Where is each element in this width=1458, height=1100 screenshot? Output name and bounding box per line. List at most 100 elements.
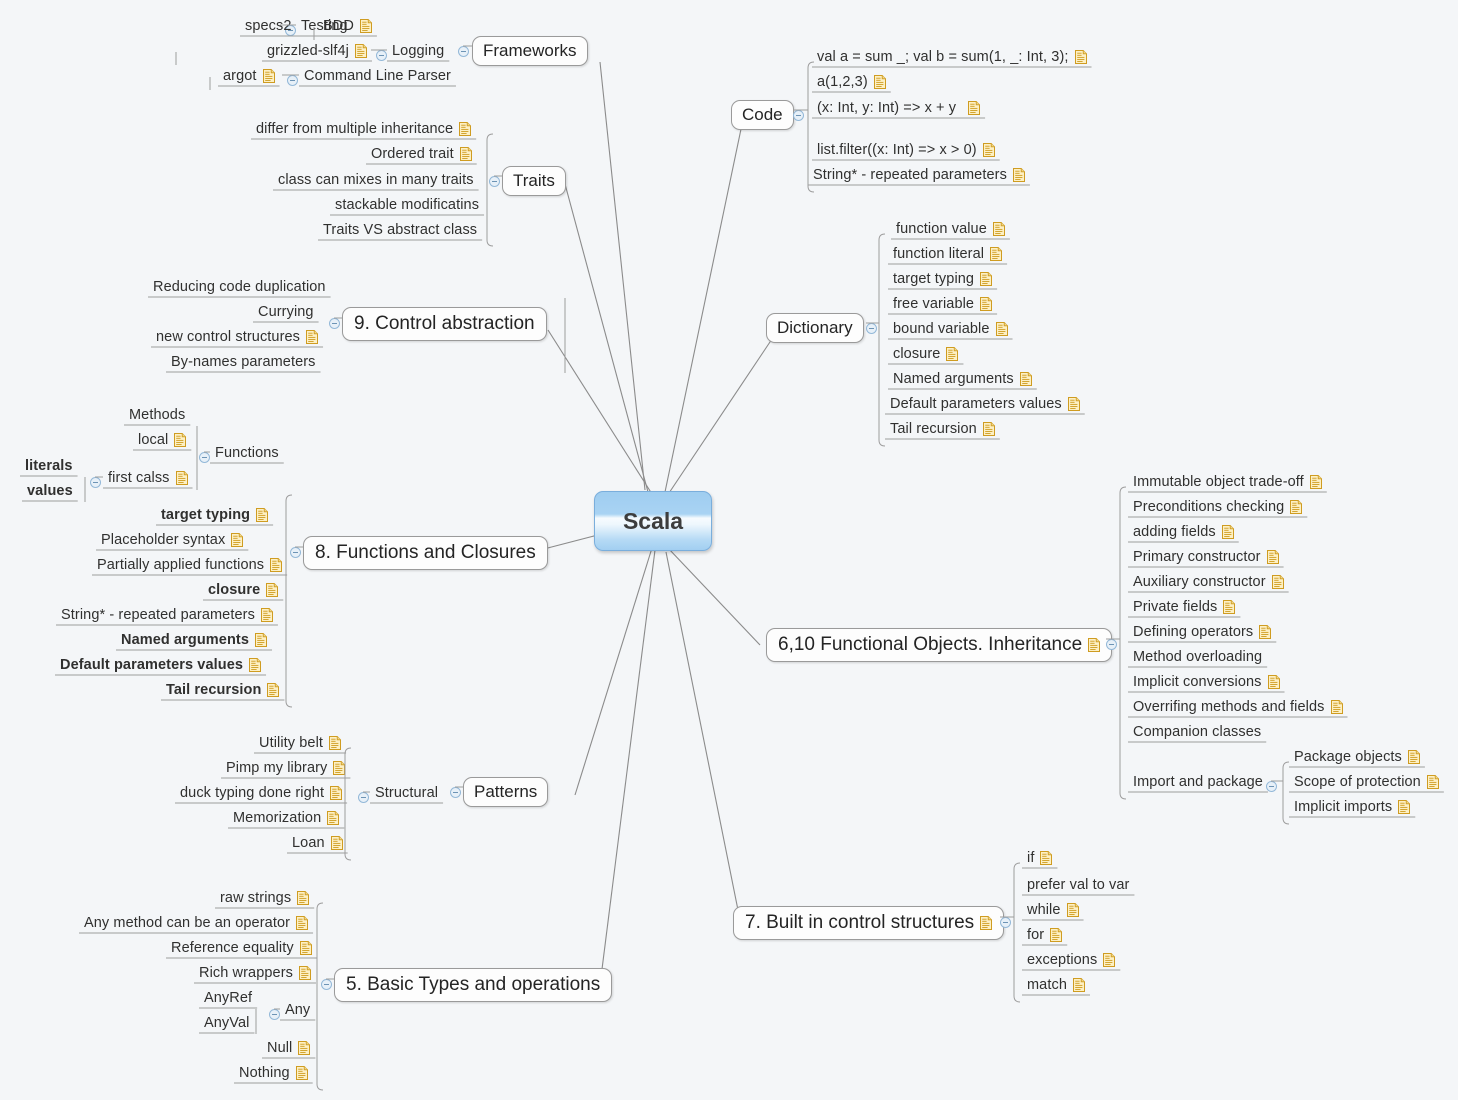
node-code-string-repeated[interactable]: String* - repeated parameters [808,166,1030,186]
node-anyref[interactable]: AnyRef [199,989,257,1009]
collapse-toggle-icon[interactable] [450,787,461,798]
node-dict-named-arguments[interactable]: Named arguments [888,370,1037,390]
node-named-arguments[interactable]: Named arguments [116,631,272,651]
node-bound-variable[interactable]: bound variable [888,320,1013,340]
collapse-toggle-icon[interactable] [793,110,804,121]
node-local[interactable]: local [133,431,191,451]
note-icon[interactable] [1221,525,1234,540]
node-methods[interactable]: Methods [124,406,190,426]
collapse-toggle-icon[interactable] [1000,917,1011,928]
node-memorization[interactable]: Memorization [228,809,344,829]
node-stackable-modificatins[interactable]: stackable modificatins [330,196,484,216]
node-null[interactable]: Null [262,1039,315,1059]
node-overrifing-methods-and-fields[interactable]: Overrifing methods and fields [1128,698,1348,718]
node-raw-strings[interactable]: raw strings [215,889,314,909]
note-icon[interactable] [260,608,273,623]
note-icon[interactable] [295,1066,308,1081]
branch-node-traits[interactable]: Traits [502,166,566,196]
note-icon[interactable] [982,143,995,158]
note-icon[interactable] [174,433,187,448]
note-icon[interactable] [329,736,342,751]
note-icon[interactable] [231,533,244,548]
node-logging[interactable]: Logging [387,42,449,62]
note-icon[interactable] [1290,500,1303,515]
note-icon[interactable] [1103,953,1116,968]
collapse-toggle-icon[interactable] [199,452,210,463]
node-ordered-trait[interactable]: Ordered trait [366,145,477,165]
note-icon[interactable] [255,633,268,648]
note-icon[interactable] [1088,637,1101,652]
node-implicit-conversions[interactable]: Implicit conversions [1128,673,1285,693]
node-primary-constructor[interactable]: Primary constructor [1128,548,1284,568]
node-implicit-imports[interactable]: Implicit imports [1289,798,1415,818]
note-icon[interactable] [1271,575,1284,590]
note-icon[interactable] [327,811,340,826]
collapse-toggle-icon[interactable] [90,477,101,488]
note-icon[interactable] [980,297,993,312]
node-defining-operators[interactable]: Defining operators [1128,623,1276,643]
collapse-toggle-icon[interactable] [1106,639,1117,650]
note-icon[interactable] [968,101,981,116]
node-rich-wrappers[interactable]: Rich wrappers [194,964,316,984]
node-import-and-package[interactable]: Import and package [1128,773,1268,793]
note-icon[interactable] [296,916,309,931]
node-command-line-parser[interactable]: Command Line Parser [299,67,456,87]
note-icon[interactable] [270,558,283,573]
node-free-variable[interactable]: free variable [888,295,997,315]
node-reference-equality[interactable]: Reference equality [166,939,317,959]
branch-node-dictionary[interactable]: Dictionary [766,313,864,343]
note-icon[interactable] [1040,851,1053,866]
node-match[interactable]: match [1022,976,1090,996]
note-icon[interactable] [459,122,472,137]
node-scope-of-protection[interactable]: Scope of protection [1289,773,1444,793]
node-duck-typing-done-right[interactable]: duck typing done right [175,784,347,804]
branch-node-control-abstraction[interactable]: 9. Control abstraction [342,307,547,341]
node-any-method-can-be-an-operator[interactable]: Any method can be an operator [79,914,313,934]
note-icon[interactable] [980,272,993,287]
node-method-overloading[interactable]: Method overloading [1128,648,1267,668]
node-differ-from-multiple-inheritance[interactable]: differ from multiple inheritance [251,120,476,140]
node-target-typing[interactable]: target typing [156,506,273,526]
node-by-names-parameters[interactable]: By-names parameters [166,353,321,373]
node-specs2[interactable]: specs2 [240,17,297,37]
node-for[interactable]: for [1022,926,1067,946]
node-new-control-structures[interactable]: new control structures [151,328,323,348]
node-loan[interactable]: Loan [287,834,348,854]
collapse-toggle-icon[interactable] [321,979,332,990]
node-prefer-val-to-var[interactable]: prefer val to var [1022,876,1134,896]
note-icon[interactable] [990,247,1003,262]
branch-node-functions-and-closures[interactable]: 8. Functions and Closures [303,536,548,570]
note-icon[interactable] [298,966,311,981]
note-icon[interactable] [1267,675,1280,690]
note-icon[interactable] [992,222,1005,237]
note-icon[interactable] [333,761,346,776]
note-icon[interactable] [175,471,188,486]
note-icon[interactable] [946,347,959,362]
note-icon[interactable] [330,786,343,801]
note-icon[interactable] [1019,372,1032,387]
node-auxiliary-constructor[interactable]: Auxiliary constructor [1128,573,1289,593]
branch-node-control-structures[interactable]: 7. Built in control structures [733,906,1005,940]
collapse-toggle-icon[interactable] [866,323,877,334]
note-icon[interactable] [459,147,472,162]
node-preconditions-checking[interactable]: Preconditions checking [1128,498,1307,518]
note-icon[interactable] [1223,600,1236,615]
node-reducing-code-duplication[interactable]: Reducing code duplication [148,278,331,298]
node-utility-belt[interactable]: Utility belt [254,734,346,754]
collapse-toggle-icon[interactable] [458,46,469,57]
note-icon[interactable] [297,891,310,906]
node-exceptions[interactable]: exceptions [1022,951,1120,971]
node-first-calss[interactable]: first calss [103,469,193,489]
node-if[interactable]: if [1022,849,1057,869]
collapse-toggle-icon[interactable] [269,1009,280,1020]
node-class-can-mixes[interactable]: class can mixes in many traits [273,171,479,191]
branch-node-frameworks[interactable]: Frameworks [472,36,588,66]
node-tail-recursion[interactable]: Tail recursion [161,681,284,701]
node-function-value[interactable]: function value [891,220,1010,240]
branch-node-basic-types[interactable]: 5. Basic Types and operations [334,968,613,1002]
node-any[interactable]: Any [280,1001,315,1021]
node-while[interactable]: while [1022,901,1084,921]
note-icon[interactable] [298,1041,311,1056]
note-icon[interactable] [262,69,275,84]
node-code-val-a-sum[interactable]: val a = sum _; val b = sum(1, _: Int, 3)… [812,48,1092,68]
